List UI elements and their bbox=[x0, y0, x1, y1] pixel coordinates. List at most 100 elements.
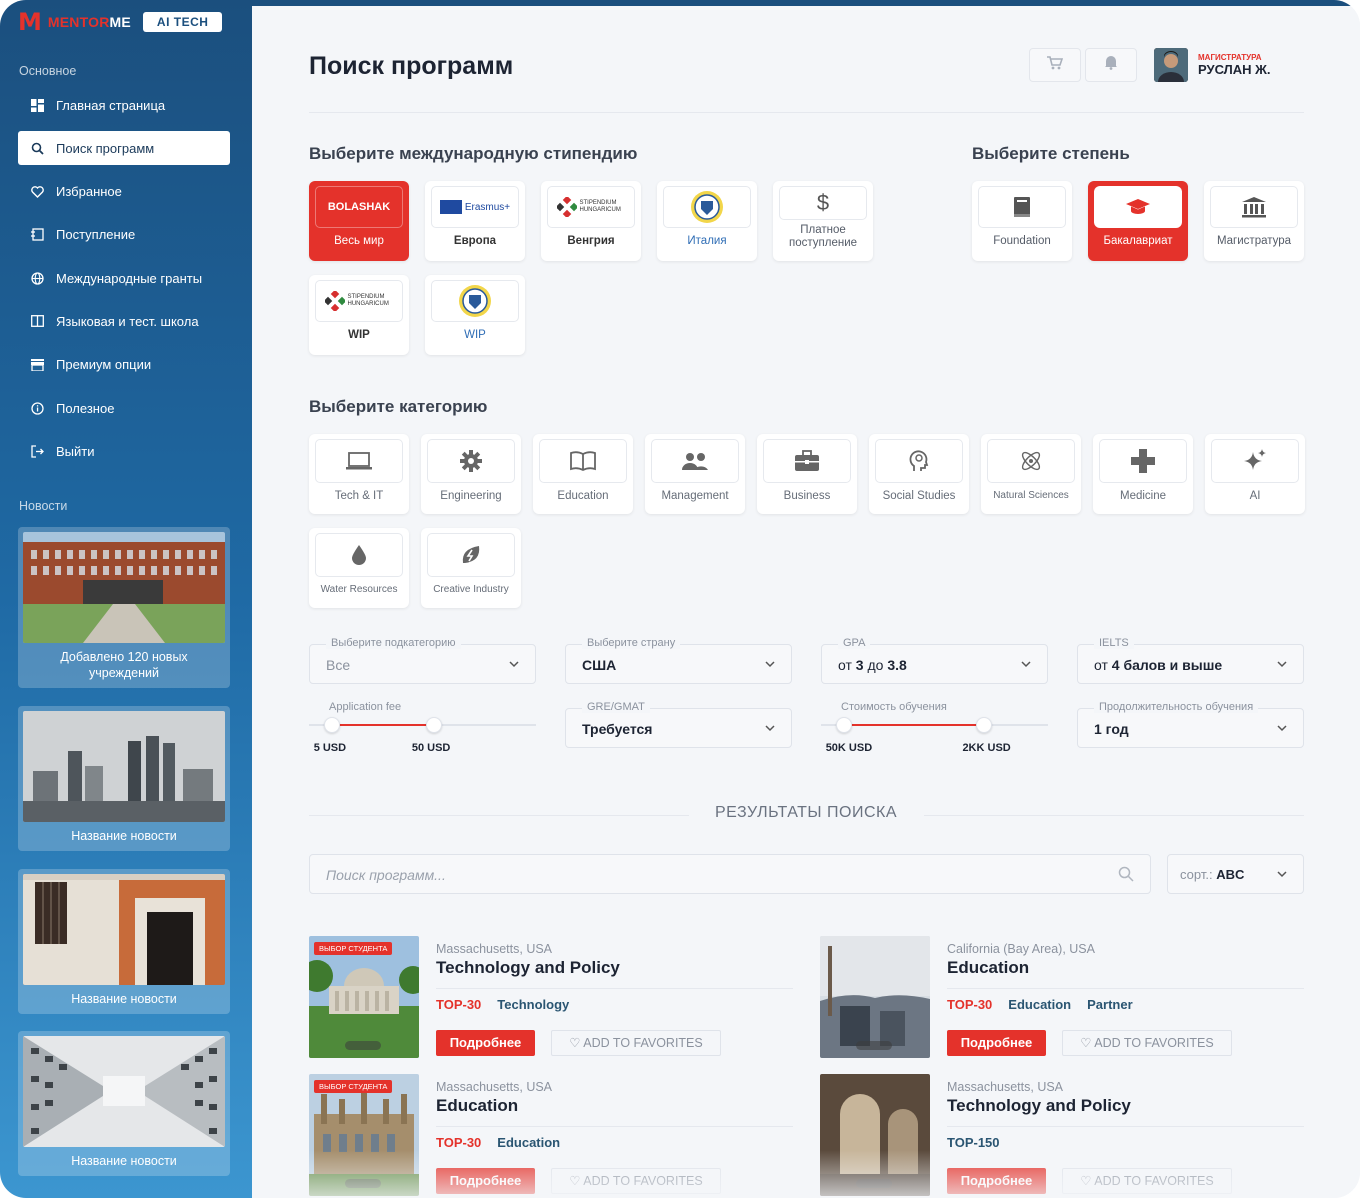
duration-value: 1 год bbox=[1094, 721, 1129, 737]
degree-label: Бакалавриат bbox=[1103, 235, 1173, 247]
cart-button[interactable] bbox=[1029, 48, 1081, 82]
country-value: США bbox=[582, 657, 617, 673]
country-select[interactable]: Выберите страну США bbox=[565, 637, 792, 684]
main-content: Поиск программ МАГИСТРАТУРА РУСЛАН Ж. Вы… bbox=[252, 0, 1360, 1198]
category-label: Social Studies bbox=[882, 490, 956, 502]
application-fee-slider[interactable]: Application fee 5 USD 50 USD bbox=[309, 701, 536, 761]
degree-tile-bachelor[interactable]: Бакалавриат bbox=[1088, 181, 1188, 261]
section-title-news: Новости bbox=[19, 499, 68, 513]
carousel-dots[interactable] bbox=[345, 1041, 381, 1050]
scholarship-tile-paid[interactable]: $ Платное поступление bbox=[773, 181, 873, 261]
category-tile-engineering[interactable]: Engineering bbox=[421, 434, 521, 514]
tuition-slider[interactable]: Стоимость обучения 50K USD 2KK USD bbox=[821, 701, 1048, 761]
categories-title: Выберите категорию bbox=[309, 397, 488, 416]
page-title: Поиск программ bbox=[309, 52, 514, 80]
search-placeholder: Поиск программ... bbox=[326, 867, 446, 883]
program-title[interactable]: Technology and Policy bbox=[436, 958, 620, 978]
bolashak-logo: BOLASHAK bbox=[315, 186, 403, 228]
category-tile-creative[interactable]: Creative Industry bbox=[421, 528, 521, 608]
slider-handle-max[interactable] bbox=[976, 717, 993, 733]
news-card[interactable]: Добавлено 120 новых учреждений bbox=[18, 527, 230, 688]
degree-tile-master[interactable]: Магистратура bbox=[1204, 181, 1304, 261]
subcategory-select[interactable]: Выберите подкатегорию Все bbox=[309, 637, 536, 684]
program-title[interactable]: Technology and Policy bbox=[947, 1096, 1131, 1116]
scholarship-tile-hungary[interactable]: STIPENDIUM HUNGARICUM Венгрия bbox=[541, 181, 641, 261]
program-card[interactable]: ВЫБОР СТУДЕНТА Massachusetts, USA Techno… bbox=[309, 936, 794, 1058]
chevron-down-icon bbox=[765, 721, 775, 735]
sidebar-item-label: Языковая и тест. школа bbox=[56, 313, 199, 329]
ielts-select[interactable]: IELTS от 4 балов и выше bbox=[1077, 637, 1304, 684]
sparkle-icon bbox=[1211, 439, 1299, 483]
program-title[interactable]: Education bbox=[947, 958, 1029, 978]
sidebar-item-label: Поступление bbox=[56, 227, 136, 243]
ielts-legend: IELTS bbox=[1094, 637, 1134, 649]
category-tile-water[interactable]: Water Resources bbox=[309, 528, 409, 608]
sidebar-item-useful[interactable]: Полезное bbox=[18, 391, 230, 425]
scroll-fade bbox=[252, 1150, 1360, 1198]
program-location: Massachusetts, USA bbox=[947, 1080, 1064, 1094]
news-card[interactable]: Название новости bbox=[18, 706, 230, 851]
slider-handle-min[interactable] bbox=[323, 717, 340, 733]
user-role: МАГИСТРАТУРА bbox=[1198, 53, 1262, 62]
logo-text-1: MENTOR bbox=[47, 14, 110, 30]
category-tile-ai[interactable]: AI bbox=[1205, 434, 1305, 514]
sidebar-item-label: Международные гранты bbox=[56, 270, 203, 286]
scholarship-tile-erasmus[interactable]: Erasmus+ Европа bbox=[425, 181, 525, 261]
slider-handle-min[interactable] bbox=[835, 717, 852, 733]
news-caption: Добавлено 120 новых учреждений bbox=[60, 650, 188, 680]
scholarship-tile-bolashak[interactable]: BOLASHAK Весь мир bbox=[309, 181, 409, 261]
program-title[interactable]: Education bbox=[436, 1096, 518, 1116]
slider-fill bbox=[843, 724, 985, 726]
category-tile-tech[interactable]: Tech & IT bbox=[309, 434, 409, 514]
sidebar-item-label: Премиум опции bbox=[56, 357, 152, 373]
program-card[interactable]: California (Bay Area), USA Education TOP… bbox=[820, 936, 1305, 1058]
slider-handle-max[interactable] bbox=[425, 717, 442, 733]
sidebar-item-home[interactable]: Главная страница bbox=[18, 88, 230, 122]
scholarship-label: WIP bbox=[348, 329, 370, 341]
sidebar-item-search[interactable]: Поиск программ bbox=[18, 131, 230, 166]
add-to-favorites-button[interactable]: ♡ ADD TO FAVORITES bbox=[1062, 1030, 1232, 1056]
sort-select[interactable]: сорт.: ABC bbox=[1167, 854, 1304, 894]
slider-max-label: 50 USD bbox=[411, 742, 451, 754]
logo-text-2: ME bbox=[109, 14, 131, 30]
scholarship-tile-wip-1[interactable]: STIPENDIUM HUNGARICUM WIP bbox=[309, 275, 409, 355]
program-tags: TOP-30 Technology bbox=[436, 997, 570, 1012]
gpa-select[interactable]: GPA от 3 до 3.8 bbox=[821, 637, 1048, 684]
category-label: Tech & IT bbox=[334, 490, 384, 502]
category-tile-social[interactable]: Social Studies bbox=[869, 434, 969, 514]
sidebar-item-logout[interactable]: Выйти bbox=[18, 434, 230, 468]
program-tags: TOP-30 Education bbox=[436, 1135, 561, 1150]
search-icon[interactable] bbox=[1118, 866, 1134, 887]
sidebar-item-admission[interactable]: Поступление bbox=[18, 218, 230, 252]
sidebar-item-premium[interactable]: Премиум опции bbox=[18, 348, 230, 382]
sidebar-item-favorites[interactable]: Избранное bbox=[18, 175, 230, 209]
category-tile-natural-sciences[interactable]: Natural Sciences bbox=[981, 434, 1081, 514]
details-button[interactable]: Подробнее bbox=[436, 1030, 535, 1056]
news-card[interactable]: Название новости bbox=[18, 869, 230, 1014]
category-tile-management[interactable]: Management bbox=[645, 434, 745, 514]
brand-logo[interactable]: M MENTORME AI TECH bbox=[18, 8, 223, 36]
scholarship-tile-wip-2[interactable]: WIP bbox=[425, 275, 525, 355]
subcategory-value: Все bbox=[326, 657, 351, 673]
subcategory-legend: Выберите подкатегорию bbox=[326, 637, 461, 649]
avatar bbox=[1154, 48, 1188, 82]
scholarship-label: Европа bbox=[453, 235, 497, 247]
category-tile-medicine[interactable]: Medicine bbox=[1093, 434, 1193, 514]
category-tile-business[interactable]: Business bbox=[757, 434, 857, 514]
logout-icon bbox=[30, 444, 44, 458]
store-icon bbox=[30, 358, 44, 372]
user-profile[interactable]: МАГИСТРАТУРА РУСЛАН Ж. bbox=[1154, 48, 1271, 82]
gre-select[interactable]: GRE/GMAT Требуется bbox=[565, 701, 792, 748]
duration-select[interactable]: Продолжительность обучения 1 год bbox=[1077, 701, 1304, 748]
sidebar-item-grants[interactable]: Международные гранты bbox=[18, 261, 230, 295]
program-search-input[interactable]: Поиск программ... bbox=[309, 854, 1151, 894]
carousel-dots[interactable] bbox=[856, 1041, 892, 1050]
news-card[interactable]: Название новости bbox=[18, 1031, 230, 1176]
category-tile-education[interactable]: Education bbox=[533, 434, 633, 514]
scholarship-tile-italy[interactable]: Италия bbox=[657, 181, 757, 261]
degree-tile-foundation[interactable]: Foundation bbox=[972, 181, 1072, 261]
details-button[interactable]: Подробнее bbox=[947, 1030, 1046, 1056]
sidebar-item-language-school[interactable]: Языковая и тест. школа bbox=[18, 304, 230, 338]
add-to-favorites-button[interactable]: ♡ ADD TO FAVORITES bbox=[551, 1030, 721, 1056]
notifications-button[interactable] bbox=[1085, 48, 1137, 82]
